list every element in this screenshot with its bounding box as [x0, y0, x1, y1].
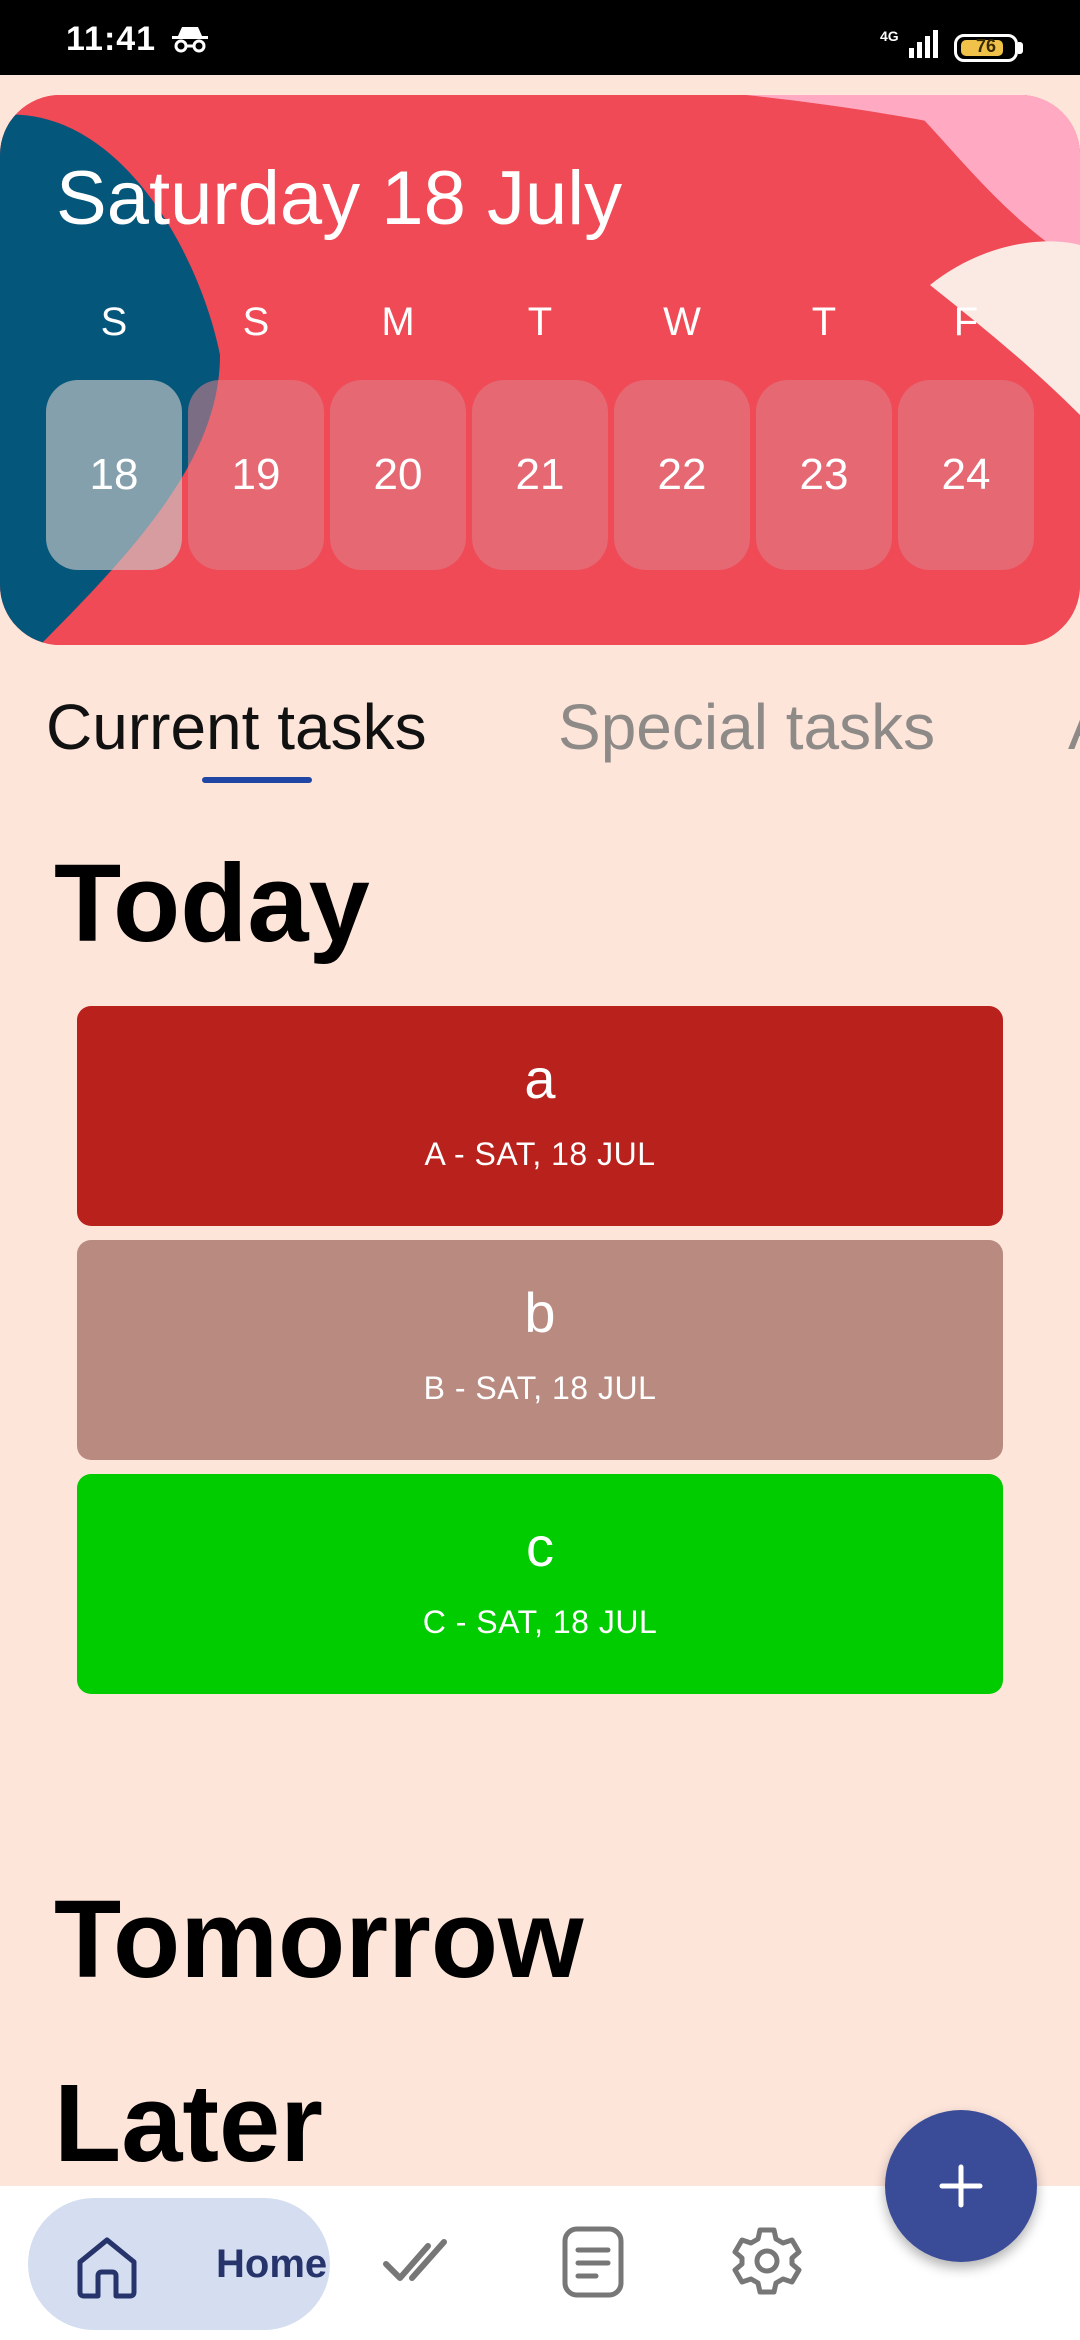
day-chip[interactable]: 22: [614, 380, 750, 570]
weekday-label: T: [811, 300, 837, 344]
nav-home-label: Home: [216, 2242, 328, 2286]
tab-partial[interactable]: A: [1068, 690, 1080, 764]
add-task-button[interactable]: [885, 2110, 1037, 2262]
battery-level: 76: [975, 36, 997, 56]
settings-icon[interactable]: [730, 2224, 804, 2298]
section-later-title: Later: [54, 2062, 323, 2185]
calendar-header: Saturday 18 July S S M T W T F 18 19 20 …: [0, 95, 1080, 645]
weekday-label: F: [953, 300, 979, 344]
task-card[interactable]: c C - SAT, 18 JUL: [77, 1474, 1003, 1694]
home-icon: [77, 2237, 137, 2299]
day-chip[interactable]: 21: [472, 380, 608, 570]
task-title: c: [526, 1515, 554, 1578]
weekday-label: M: [381, 300, 415, 344]
status-bar: 11:41 4G 76: [0, 0, 1080, 75]
status-time: 11:41: [66, 20, 157, 58]
task-title: a: [524, 1047, 556, 1110]
day-chip-selected[interactable]: 18: [46, 380, 182, 570]
day-chip[interactable]: 19: [188, 380, 324, 570]
weekday-label: S: [100, 300, 128, 344]
incognito-icon: [172, 27, 208, 53]
task-subtitle: A - SAT, 18 JUL: [424, 1136, 656, 1172]
weekday-label: T: [527, 300, 553, 344]
task-card[interactable]: a A - SAT, 18 JUL: [77, 1006, 1003, 1226]
day-chip[interactable]: 23: [756, 380, 892, 570]
task-subtitle: C - SAT, 18 JUL: [422, 1604, 658, 1640]
plus-icon: [939, 2164, 983, 2208]
notes-icon[interactable]: [560, 2224, 626, 2300]
header-date-title: Saturday 18 July: [56, 156, 623, 241]
battery-icon: 76: [954, 34, 1018, 62]
day-chip[interactable]: 24: [898, 380, 1034, 570]
day-selector: 18 19 20 21 22 23 24: [46, 380, 1036, 570]
section-tomorrow-title: Tomorrow: [54, 1878, 584, 2001]
task-title: b: [524, 1281, 556, 1344]
weekday-label: W: [663, 300, 701, 344]
tab-indicator: [202, 777, 312, 783]
section-today-title: Today: [54, 842, 370, 965]
weekday-label: S: [242, 300, 270, 344]
tab-special-tasks[interactable]: Special tasks: [558, 690, 935, 764]
battery-tip: [1018, 42, 1023, 54]
signal-icon: [909, 30, 938, 58]
network-type: 4G: [880, 28, 899, 44]
weekday-row: S S M T W T F: [46, 300, 1036, 360]
nav-home[interactable]: Home: [28, 2198, 330, 2330]
task-subtitle: B - SAT, 18 JUL: [423, 1370, 657, 1406]
day-chip[interactable]: 20: [330, 380, 466, 570]
tab-current-tasks[interactable]: Current tasks: [46, 690, 427, 764]
done-all-icon[interactable]: [382, 2232, 458, 2292]
task-card[interactable]: b B - SAT, 18 JUL: [77, 1240, 1003, 1460]
